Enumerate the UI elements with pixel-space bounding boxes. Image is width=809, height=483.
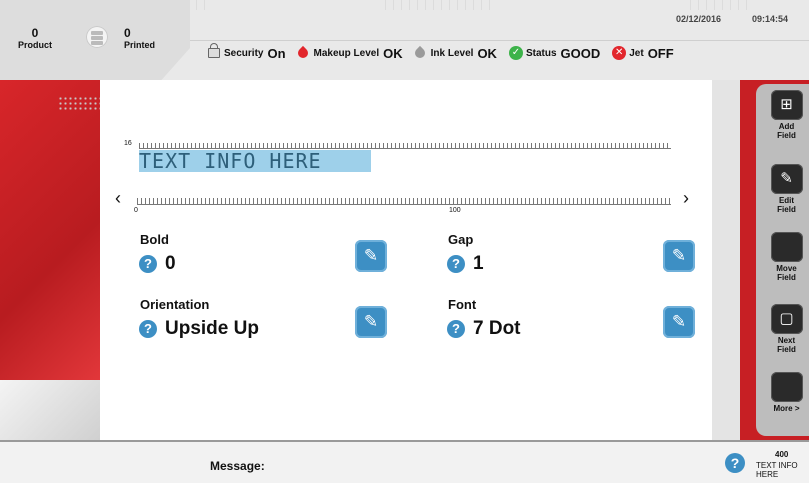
ruler-tick-mid: 100 — [449, 207, 461, 214]
add-field-label: Add — [778, 122, 795, 131]
ink-label: Ink Level — [430, 47, 474, 59]
next-field-button[interactable]: ▢ Next Field — [764, 304, 809, 354]
red-drop-icon — [295, 45, 310, 61]
ruler-tick-start: 0 — [134, 207, 138, 214]
green-check-icon: ✓ — [508, 46, 523, 60]
question-icon[interactable]: ? — [447, 255, 465, 273]
time-display: 09:14:54 — [752, 14, 789, 24]
makeup-label: Makeup Level — [313, 47, 380, 59]
panel-edge — [712, 80, 740, 440]
header-stripes — [690, 0, 750, 10]
footer-bar — [0, 440, 809, 483]
scroll-left-arrow[interactable]: ‹ — [115, 188, 121, 209]
more-icon — [770, 372, 803, 402]
gap-value: 1 — [473, 253, 484, 274]
printer-status[interactable]: ✓ Status GOOD — [508, 45, 601, 61]
product-counter: 0 Product — [18, 26, 52, 50]
makeup-status[interactable]: Makeup Level OK — [295, 45, 403, 61]
pencil-icon: ✎ — [671, 246, 687, 265]
pencil-icon: ✎ — [671, 312, 687, 331]
edit-font-button[interactable]: ✎ — [663, 306, 695, 338]
orientation-value-row: ? Upside Up — [139, 318, 259, 340]
jet-label: Jet — [629, 47, 644, 59]
pencil-icon: ✎ — [363, 246, 379, 265]
printed-count-value: 0 — [124, 26, 131, 40]
edit-gap-button[interactable]: ✎ — [663, 240, 695, 272]
next-field-icon: ▢ — [770, 304, 803, 334]
red-x-icon: ✕ — [612, 46, 627, 60]
add-field-icon: ⊞ — [770, 90, 803, 120]
move-field-button[interactable]: Move Field — [764, 232, 809, 282]
message-count: 400 — [775, 450, 789, 459]
left-decor-gray — [0, 380, 100, 440]
lock-icon — [208, 43, 220, 58]
edit-field-button[interactable]: ✎ Edit Field — [764, 164, 809, 214]
ink-status[interactable]: Ink Level OK — [412, 45, 497, 61]
status-label: Status — [525, 47, 557, 59]
message-editor-panel — [100, 80, 712, 440]
font-value-row: ? 7 Dot — [447, 318, 521, 340]
scroll-right-arrow[interactable]: › — [683, 188, 689, 209]
header-stripes — [385, 0, 495, 10]
product-count-label: Product — [18, 40, 53, 50]
message-preview: TEXT INFO HERE — [756, 461, 798, 479]
counters-panel: 0 Product 0 Printed — [0, 0, 190, 80]
gap-value-row: ? 1 — [447, 253, 484, 275]
left-decor-red — [0, 80, 100, 380]
edit-field-icon: ✎ — [770, 164, 803, 194]
date-display: 02/12/2016 — [676, 14, 722, 24]
security-value: On — [267, 45, 286, 61]
more-button[interactable]: More > — [764, 372, 809, 413]
move-field-icon — [770, 232, 803, 262]
jet-value: OFF — [647, 45, 674, 61]
help-question-icon[interactable]: ? — [725, 453, 745, 473]
move-field-label-2: Field — [777, 273, 796, 282]
security-status[interactable]: Security On — [208, 43, 286, 61]
next-field-label-2: Field — [777, 345, 796, 354]
edit-field-label: Edit — [778, 196, 795, 205]
printed-counter: 0 Printed — [124, 26, 155, 50]
jet-status[interactable]: ✕ Jet OFF — [612, 45, 674, 61]
pencil-icon: ✎ — [363, 312, 379, 331]
status-value: GOOD — [560, 45, 601, 61]
bold-label: Bold — [140, 232, 169, 247]
status-bar: Security On Makeup Level OK Ink Level OK… — [208, 42, 686, 64]
security-label: Security — [224, 47, 264, 59]
bold-value: 0 — [165, 253, 176, 274]
bold-value-row: ? 0 — [139, 253, 176, 275]
text-field[interactable]: TEXT INFO HERE — [139, 150, 371, 172]
font-value: 7 Dot — [473, 318, 521, 339]
question-icon[interactable]: ? — [447, 320, 465, 338]
question-icon[interactable]: ? — [139, 320, 157, 338]
header-divider — [190, 40, 809, 41]
product-count-value: 0 — [31, 26, 39, 40]
ruler-top-tick: 16 — [124, 140, 132, 147]
gray-drop-icon — [412, 45, 427, 61]
edit-bold-button[interactable]: ✎ — [355, 240, 387, 272]
more-label: More > — [773, 404, 800, 413]
add-field-label-2: Field — [777, 131, 796, 140]
font-label: Font — [448, 297, 477, 312]
orientation-label: Orientation — [140, 297, 210, 312]
question-icon[interactable]: ? — [139, 255, 157, 273]
next-field-label: Next — [777, 336, 796, 345]
add-field-button[interactable]: ⊞ Add Field — [764, 90, 809, 140]
ink-value: OK — [477, 45, 497, 61]
edit-orientation-button[interactable]: ✎ — [355, 306, 387, 338]
horizontal-ruler — [137, 198, 671, 205]
printed-count-label: Printed — [124, 40, 156, 50]
makeup-value: OK — [383, 45, 403, 61]
orientation-value: Upside Up — [165, 318, 259, 339]
move-field-label: Move — [776, 264, 797, 273]
gap-label: Gap — [448, 232, 474, 247]
edit-field-label-2: Field — [777, 205, 796, 214]
message-label: Message: — [210, 459, 265, 473]
stack-icon — [86, 26, 108, 48]
